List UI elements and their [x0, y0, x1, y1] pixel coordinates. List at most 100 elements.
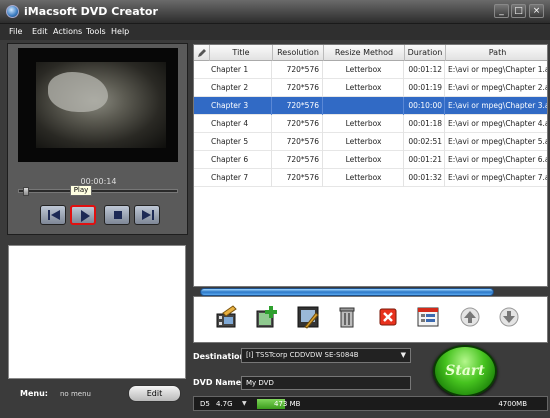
title-bar: iMacsoft DVD Creator _ □ ×: [0, 0, 550, 24]
skip-back-icon: [48, 210, 60, 220]
stop-button[interactable]: [104, 205, 130, 225]
play-tooltip: Play: [70, 185, 92, 196]
app-logo-icon: [6, 5, 19, 18]
minimize-button[interactable]: _: [494, 4, 509, 18]
resolution-cell: 720*576: [273, 133, 323, 151]
resize-method-cell[interactable]: Letterbox: [324, 151, 404, 169]
duration-cell: 00:01:32: [405, 169, 445, 187]
resolution-cell: 720*576: [273, 115, 323, 133]
menu-edit[interactable]: Edit: [32, 27, 48, 36]
header-duration[interactable]: Duration: [405, 45, 446, 61]
menu-file[interactable]: File: [9, 27, 22, 36]
start-button[interactable]: Start: [433, 345, 497, 397]
duration-cell: 00:10:00: [405, 97, 445, 115]
resize-method-cell[interactable]: Letterbox: [324, 133, 404, 151]
resolution-cell: 720*576: [273, 151, 323, 169]
toolbar: [193, 296, 548, 343]
path-cell: E:\avi or mpeg\Chapter 2.avi: [446, 79, 547, 97]
resize-method-cell[interactable]: Letterbox: [324, 115, 404, 133]
next-button[interactable]: [134, 205, 160, 225]
table-row[interactable]: Chapter 5 720*576 Letterbox 00:02:51 E:\avi …: [194, 133, 547, 151]
play-icon: [81, 210, 90, 222]
menu-actions[interactable]: Actions: [53, 27, 82, 36]
menu-label: Menu:: [20, 389, 48, 398]
resolution-cell: 720*576: [273, 169, 323, 187]
seek-thumb[interactable]: [23, 187, 29, 196]
trash-icon[interactable]: [335, 305, 359, 329]
pencil-icon: [197, 49, 206, 57]
chapter-title-cell: Chapter 7: [210, 169, 272, 187]
menu-value: no menu: [60, 390, 91, 398]
film-edit-icon[interactable]: [215, 305, 239, 329]
chapter-title-cell: Chapter 3: [210, 97, 272, 115]
path-cell: E:\avi or mpeg\Chapter 7.avi: [446, 169, 547, 187]
resize-method-cell[interactable]: Letterbox: [324, 79, 404, 97]
capacity-total: 4700MB: [498, 400, 527, 408]
duration-cell: 00:01:12: [405, 61, 445, 79]
resize-method-cell[interactable]: Letterbox: [324, 61, 404, 79]
header-resize-method[interactable]: Resize Method: [324, 45, 405, 61]
remove-all-icon[interactable]: [376, 305, 400, 329]
path-cell: E:\avi or mpeg\Chapter 5.avi: [446, 133, 547, 151]
edit-column-header: [194, 45, 210, 61]
duration-cell: 00:02:51: [405, 133, 445, 151]
table-row[interactable]: Chapter 3720*576Letterbox▼00:10:00E:\avi…: [194, 97, 547, 115]
disc-size[interactable]: 4.7G: [216, 400, 233, 408]
close-button[interactable]: ×: [529, 4, 544, 18]
disc-capacity-bar: D5 4.7G ▼ 473 MB 4700MB: [193, 396, 548, 411]
properties-list-icon[interactable]: [416, 305, 440, 329]
chapter-table: Title Resolution Resize Method Duration …: [193, 44, 548, 287]
move-up-icon[interactable]: [458, 305, 482, 329]
seek-bar[interactable]: [18, 189, 178, 193]
horizontal-scrollbar[interactable]: [200, 288, 494, 296]
chapter-title-cell: Chapter 6: [210, 151, 272, 169]
resize-method-cell[interactable]: Letterbox▼: [324, 97, 404, 115]
header-path[interactable]: Path: [446, 45, 547, 61]
duration-cell: 00:01:21: [405, 151, 445, 169]
header-resolution[interactable]: Resolution: [273, 45, 324, 61]
table-row[interactable]: Chapter 7 720*576 Letterbox 00:01:32 E:\avi …: [194, 169, 547, 187]
play-button[interactable]: [70, 205, 96, 225]
add-file-icon[interactable]: [255, 305, 279, 329]
path-cell: E:\avi or mpeg\Chapter 3.avi: [446, 97, 547, 115]
window-title: iMacsoft DVD Creator: [24, 5, 158, 18]
menu-tools[interactable]: Tools: [86, 27, 106, 36]
preview-panel: 00:00:14: [7, 43, 188, 235]
path-cell: E:\avi or mpeg\Chapter 6.avi: [446, 151, 547, 169]
maximize-button[interactable]: □: [511, 4, 526, 18]
table-row[interactable]: Chapter 1 720*576 Letterbox 00:01:12 E:\avi …: [194, 61, 547, 79]
table-row[interactable]: Chapter 4 720*576 Letterbox 00:01:18 E:\avi …: [194, 115, 547, 133]
menu-help[interactable]: Help: [111, 27, 129, 36]
edit-menu-button[interactable]: Edit: [128, 385, 181, 402]
chevron-down-icon: ▼: [400, 351, 406, 359]
previous-button[interactable]: [40, 205, 66, 225]
chapter-title-cell: Chapter 4: [210, 115, 272, 133]
duration-cell: 00:01:19: [405, 79, 445, 97]
move-down-icon[interactable]: [497, 305, 521, 329]
video-preview: [18, 48, 178, 162]
path-cell: E:\avi or mpeg\Chapter 4.avi: [446, 115, 547, 133]
resize-method-cell[interactable]: Letterbox: [324, 169, 404, 187]
header-title[interactable]: Title: [210, 45, 273, 61]
duration-cell: 00:01:18: [405, 115, 445, 133]
menu-preview-area: [8, 245, 186, 379]
playback-time: 00:00:14: [80, 177, 117, 186]
start-label: Start: [445, 363, 485, 379]
stop-icon: [114, 211, 122, 219]
table-row[interactable]: Chapter 6 720*576 Letterbox 00:01:21 E:\avi …: [194, 151, 547, 169]
resolution-cell: 720*576: [273, 97, 323, 115]
destination-value: [I] TSSTcorp CDDVDW SE-S084B: [246, 351, 359, 359]
table-row[interactable]: Chapter 2 720*576 Letterbox 00:01:19 E:\avi …: [194, 79, 547, 97]
capacity-used: 473 MB: [274, 400, 301, 408]
chapter-title-cell: Chapter 1: [210, 61, 272, 79]
resolution-cell: 720*576: [273, 79, 323, 97]
video-effects-icon[interactable]: [296, 305, 320, 329]
disc-size-chevron-icon[interactable]: ▼: [242, 400, 247, 407]
dvd-name-label: DVD Name:: [193, 378, 245, 387]
dvd-name-input[interactable]: My DVD: [241, 376, 411, 390]
resolution-cell: 720*576: [273, 61, 323, 79]
disc-type[interactable]: D5: [200, 400, 210, 408]
path-cell: E:\avi or mpeg\Chapter 1.avi: [446, 61, 547, 79]
table-header: Title Resolution Resize Method Duration …: [194, 45, 547, 61]
destination-select[interactable]: [I] TSSTcorp CDDVDW SE-S084B ▼: [241, 348, 411, 363]
